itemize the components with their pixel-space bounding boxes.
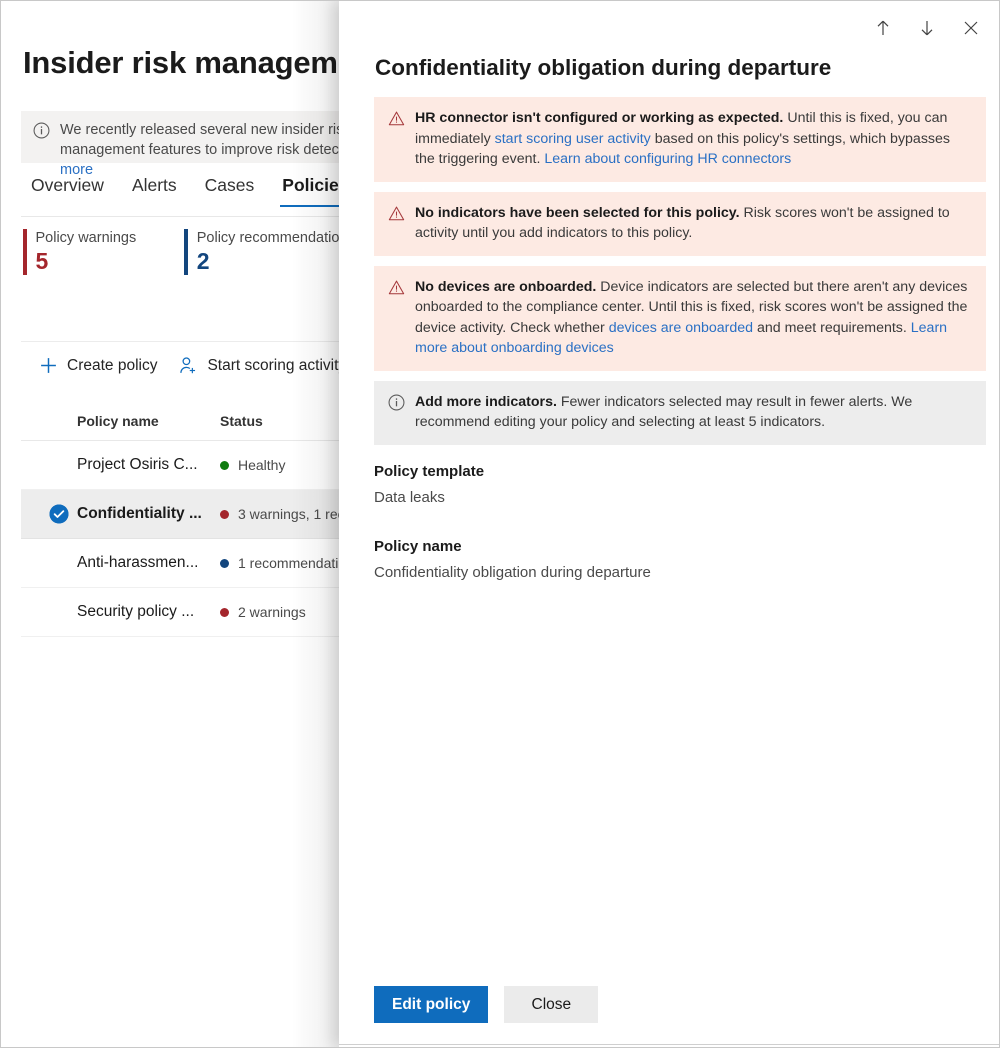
insider-risk-management-page: Insider risk management We recently rele… [1,1,361,1047]
banner-text: No devices are onboarded. Device indicat… [415,277,972,359]
plus-icon [39,356,58,375]
policy-status-label: 2 warnings [238,604,306,620]
stat-value: 5 [35,248,49,274]
table-header-row: Policy name Status [21,401,361,441]
policy-stats: Policy warnings 5 Policy recommendations… [23,229,361,275]
main-tabs: Overview Alerts Cases Policies Users [21,173,361,217]
create-policy-button[interactable]: Create policy [39,356,157,375]
start-scoring-user-activity-link[interactable]: start scoring user activity [495,131,651,147]
table-row[interactable]: Anti-harassmen... 1 recommendation [21,539,361,588]
banner-no-devices-onboarded: No devices are onboarded. Device indicat… [374,265,986,371]
banner-text: HR connector isn't configured or working… [415,108,972,170]
warning-triangle-icon [388,205,405,227]
policy-name-value: Confidentiality obligation during depart… [374,564,651,581]
info-circle-icon [388,394,405,416]
policy-template-label: Policy template [374,463,485,480]
create-policy-label: Create policy [67,356,158,374]
policy-name-label: Policy name [374,538,462,555]
policy-template-value: Data leaks [374,489,445,506]
banner-headline: No devices are onboarded. [415,278,597,295]
next-arrow-icon[interactable] [909,11,945,45]
column-header-policy-name[interactable]: Policy name [77,413,220,429]
banner-headline: Add more indicators. [415,393,557,410]
banner-headline: No indicators have been selected for thi… [415,204,740,221]
tab-overview[interactable]: Overview [21,173,118,206]
stat-accent-bar [23,229,27,275]
banner-text: Add more indicators. Fewer indicators se… [415,392,972,433]
stat-policy-recommendations: Policy recommendations 2 [184,229,355,275]
tab-alerts[interactable]: Alerts [118,173,191,206]
table-row[interactable]: Security policy ... 2 warnings [21,588,361,637]
row-checkbox-checked-icon[interactable] [49,504,69,524]
warning-triangle-icon [388,279,405,301]
flyout-title: Confidentiality obligation during depart… [375,55,832,80]
policy-status-cell: 1 recommendation [220,555,354,571]
tab-cases[interactable]: Cases [191,173,269,206]
status-dot-icon [220,558,229,568]
policies-table: Policy name Status Project Osiris C... H… [21,401,361,637]
edit-policy-button[interactable]: Edit policy [374,986,489,1023]
status-dot-icon [220,607,229,617]
page-title: Insider risk management [23,45,361,80]
close-button[interactable]: Close [504,986,599,1023]
learn-about-hr-connectors-link[interactable]: Learn about configuring HR connectors [544,151,791,167]
release-info-banner: We recently released several new insider… [21,111,361,178]
banner-no-indicators: No indicators have been selected for thi… [374,191,986,256]
start-scoring-activity-button[interactable]: Start scoring activity [179,356,346,375]
policy-details-section: Policy template Data leaks Policy name C… [374,463,934,613]
policy-status-cell: 2 warnings [220,604,306,620]
policy-health-banners: HR connector isn't configured or working… [374,97,986,455]
stat-policy-warnings: Policy warnings 5 [23,229,136,275]
banner-body-2: and meet requirements. [753,319,911,336]
warning-triangle-icon [388,110,405,132]
start-scoring-activity-label: Start scoring activity [207,356,347,374]
person-add-icon [179,356,198,375]
policy-status-label: Healthy [238,457,286,473]
policy-name-cell: Security policy ... [77,603,195,620]
table-row[interactable]: Confidentiality ... 3 warnings, 1 rec... [21,490,361,539]
devices-are-onboarded-link[interactable]: devices are onboarded [609,320,753,336]
close-icon[interactable] [953,11,989,45]
table-row[interactable]: Project Osiris C... Healthy [21,441,361,490]
stat-label: Policy recommendations [196,230,355,246]
policy-name-cell: Anti-harassmen... [77,554,199,571]
flyout-footer: Edit policy Close [339,963,999,1045]
previous-arrow-icon[interactable] [865,11,901,45]
release-info-text: We recently released several new insider… [60,120,361,180]
info-circle-icon [33,122,50,144]
status-dot-icon [220,509,229,519]
banner-add-more-indicators: Add more indicators. Fewer indicators se… [374,380,986,445]
stat-accent-bar [184,229,188,275]
footer-divider [339,1044,999,1045]
policy-status-cell: 3 warnings, 1 rec... [220,506,356,522]
stat-value: 2 [196,248,210,274]
policy-name-cell: Confidentiality ... [77,505,202,522]
policy-status-label: 1 recommendation [238,555,354,571]
policy-status-cell: Healthy [220,457,285,473]
release-info-message: We recently released several new insider… [60,122,361,158]
banner-headline: HR connector isn't configured or working… [415,110,784,126]
flyout-header-actions [865,11,989,45]
stat-label: Policy warnings [35,230,137,246]
policy-name-cell: Project Osiris C... [77,456,198,473]
banner-text: No indicators have been selected for thi… [415,203,972,244]
app-screenshot: Insider risk management We recently rele… [0,0,1000,1048]
banner-hr-connector: HR connector isn't configured or working… [374,97,986,182]
command-bar: Create policy Start scoring activity [21,341,361,389]
status-dot-icon [220,460,229,470]
